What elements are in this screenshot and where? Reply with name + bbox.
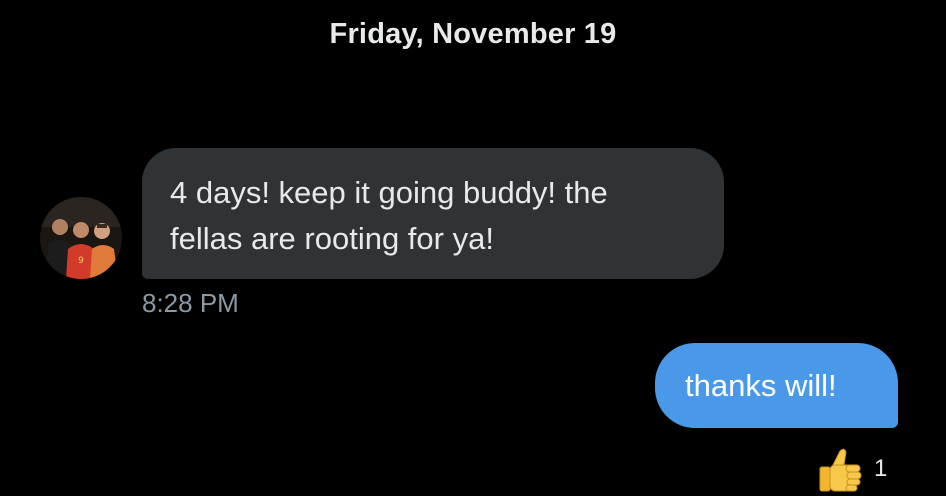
incoming-message-line: 4 days! keep it going buddy! the xyxy=(170,175,608,210)
avatar[interactable]: 9 xyxy=(40,197,122,279)
outgoing-message-bubble[interactable]: thanks will! xyxy=(655,343,898,428)
svg-text:9: 9 xyxy=(78,256,84,266)
reaction-count: 1 xyxy=(874,455,888,482)
dm-conversation: Friday, November 19 9 4 days! keep it go… xyxy=(0,0,946,496)
incoming-message-bubble[interactable]: 4 days! keep it going buddy! the fellas … xyxy=(142,148,724,279)
outgoing-message-text: thanks will! xyxy=(685,368,837,403)
date-separator: Friday, November 19 xyxy=(329,18,617,50)
message-reaction[interactable]: 1 xyxy=(818,445,887,493)
message-timestamp: 8:28 PM xyxy=(142,288,239,318)
thumbs-up-icon xyxy=(819,448,862,492)
incoming-message-line: fellas are rooting for ya! xyxy=(170,221,494,256)
avatar-photo: 9 xyxy=(40,197,122,279)
